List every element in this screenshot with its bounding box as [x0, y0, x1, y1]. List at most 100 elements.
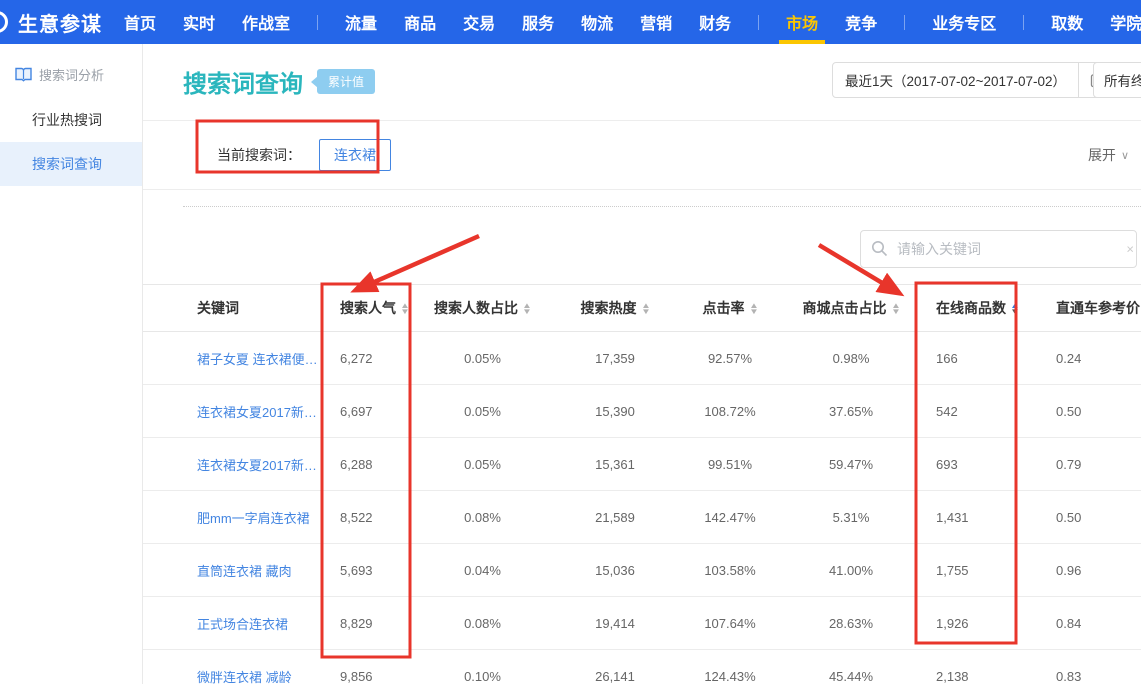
- top-navbar: 生意参谋 首页实时作战室 流量商品交易服务物流营销财务 市场竞争 业务专区 取数学院: [0, 0, 1141, 44]
- logo-circle-icon: [0, 11, 8, 33]
- current-keyword-bar: 当前搜索词： 连衣裙 展开 ∨: [143, 120, 1141, 190]
- column-header[interactable]: 搜索热度 ▲▼: [555, 285, 675, 332]
- brand-logo[interactable]: 生意参谋: [0, 8, 102, 37]
- date-range-button[interactable]: 最近1天（2017-07-02~2017-07-02）: [832, 62, 1079, 98]
- keyword-search: ×: [860, 230, 1137, 268]
- sidebar-item[interactable]: 搜索词查询: [0, 142, 142, 186]
- nav-item[interactable]: 商品: [404, 0, 436, 44]
- value-cell: 0.04%: [410, 544, 555, 597]
- nav-item[interactable]: 流量: [345, 0, 377, 44]
- sort-icon[interactable]: ▲▼: [401, 303, 409, 315]
- table-row: 连衣裙女夏2017新款...6,6970.05%15,390108.72%37.…: [143, 385, 1141, 438]
- column-label: 搜索热度: [581, 300, 637, 316]
- nav-item[interactable]: 服务: [522, 0, 554, 44]
- value-cell: 107.64%: [675, 597, 785, 650]
- sidebar-item[interactable]: 行业热搜词: [0, 98, 142, 142]
- search-icon: [871, 240, 888, 262]
- value-cell: 28.63%: [785, 597, 917, 650]
- column-label: 商城点击占比: [803, 300, 887, 316]
- nav-item[interactable]: 市场: [786, 0, 818, 44]
- value-cell: 21,589: [555, 491, 675, 544]
- value-cell: 0.96: [1016, 544, 1141, 597]
- nav-item[interactable]: 取数: [1051, 0, 1083, 44]
- value-cell: 0.84: [1016, 597, 1141, 650]
- keyword-cell[interactable]: 裙子女夏 连衣裙便宜5...: [143, 332, 322, 385]
- keyword-cell[interactable]: 正式场合连衣裙: [143, 597, 322, 650]
- brand-name: 生意参谋: [18, 8, 102, 37]
- sort-icon[interactable]: ▲▼: [750, 303, 758, 315]
- value-cell: 15,390: [555, 385, 675, 438]
- value-cell: 6,697: [322, 385, 410, 438]
- column-header[interactable]: 直通车参考价▲▼: [1016, 285, 1141, 332]
- value-cell: 0.79: [1016, 438, 1141, 491]
- nav-item[interactable]: 实时: [183, 0, 215, 44]
- nav-item[interactable]: 业务专区: [932, 0, 996, 44]
- column-label: 直通车参考价: [1056, 300, 1140, 316]
- keyword-cell[interactable]: 连衣裙女夏2017新款...: [143, 438, 322, 491]
- keyword-cell[interactable]: 连衣裙女夏2017新款...: [143, 385, 322, 438]
- column-label: 搜索人气: [340, 300, 396, 316]
- nav-item[interactable]: 物流: [581, 0, 613, 44]
- value-cell: 92.57%: [675, 332, 785, 385]
- value-cell: 26,141: [555, 650, 675, 684]
- navbar-menu: 首页实时作战室 流量商品交易服务物流营销财务 市场竞争 业务专区 取数学院: [124, 0, 1141, 44]
- expand-label: 展开: [1088, 145, 1116, 165]
- nav-item[interactable]: 竞争: [845, 0, 877, 44]
- keyword-cell[interactable]: 肥mm一字肩连衣裙: [143, 491, 322, 544]
- value-cell: 0.83: [1016, 650, 1141, 684]
- keyword-tag[interactable]: 连衣裙: [319, 139, 391, 171]
- clear-icon[interactable]: ×: [1126, 242, 1134, 257]
- value-cell: 8,829: [322, 597, 410, 650]
- nav-item[interactable]: 作战室: [242, 0, 290, 44]
- search-input[interactable]: [860, 230, 1137, 268]
- sort-icon[interactable]: ▲▼: [892, 303, 900, 315]
- nav-item[interactable]: 学院: [1110, 0, 1141, 44]
- value-cell: 0.05%: [410, 438, 555, 491]
- keyword-cell[interactable]: 微胖连衣裙 减龄: [143, 650, 322, 684]
- value-cell: 0.05%: [410, 332, 555, 385]
- nav-item[interactable]: 营销: [640, 0, 672, 44]
- keyword-cell[interactable]: 直筒连衣裙 藏肉: [143, 544, 322, 597]
- nav-item[interactable]: 交易: [463, 0, 495, 44]
- search-terms-table: 关键词搜索人气▲▼搜索人数占比▲▼搜索热度▲▼点击率▲▼商城点击占比▲▼在线商品…: [143, 284, 1141, 684]
- sidebar-menu: 行业热搜词搜索词查询: [0, 98, 142, 186]
- value-cell: 5,693: [322, 544, 410, 597]
- value-cell: 8,522: [322, 491, 410, 544]
- sort-icon[interactable]: ▲▼: [523, 303, 531, 315]
- column-label: 点击率: [703, 300, 745, 316]
- chevron-down-icon: ∨: [1121, 149, 1129, 162]
- table-row: 连衣裙女夏2017新款...6,2880.05%15,36199.51%59.4…: [143, 438, 1141, 491]
- nav-divider: [1023, 15, 1024, 30]
- nav-item[interactable]: 首页: [124, 0, 156, 44]
- value-cell: 15,361: [555, 438, 675, 491]
- sort-icon[interactable]: ▲▼: [642, 303, 650, 315]
- column-header[interactable]: 搜索人气 ▲▼: [322, 285, 410, 332]
- nav-item[interactable]: 财务: [699, 0, 731, 44]
- value-cell: 1,755: [917, 544, 1016, 597]
- value-cell: 1,431: [917, 491, 1016, 544]
- table-body: 裙子女夏 连衣裙便宜5...6,2720.05%17,35992.57%0.98…: [143, 332, 1141, 684]
- column-header[interactable]: 搜索人数占比▲▼: [410, 285, 555, 332]
- value-cell: 0.05%: [410, 385, 555, 438]
- nav-divider: [317, 15, 318, 30]
- value-cell: 0.50: [1016, 491, 1141, 544]
- column-header[interactable]: 在线商品数▲▼: [917, 285, 1016, 332]
- sidebar-section-header: 搜索词分析: [15, 65, 142, 84]
- value-cell: 0.98%: [785, 332, 917, 385]
- value-cell: 108.72%: [675, 385, 785, 438]
- column-header[interactable]: 商城点击占比 ▲▼: [785, 285, 917, 332]
- value-cell: 693: [917, 438, 1016, 491]
- expand-toggle[interactable]: 展开 ∨: [1088, 145, 1129, 165]
- page-head: 搜索词查询 累计值 最近1天（2017-07-02~2017-07-02） 15…: [143, 44, 1141, 120]
- table-row: 直筒连衣裙 藏肉5,6930.04%15,036103.58%41.00%1,7…: [143, 544, 1141, 597]
- current-keyword-label: 当前搜索词：: [217, 145, 301, 165]
- nav-divider: [904, 15, 905, 30]
- value-cell: 9,856: [322, 650, 410, 684]
- value-cell: 17,359: [555, 332, 675, 385]
- sidebar-section-label: 搜索词分析: [39, 65, 104, 84]
- column-header[interactable]: 点击率 ▲▼: [675, 285, 785, 332]
- sort-icon[interactable]: ▲▼: [1011, 303, 1019, 315]
- column-header: 关键词: [143, 285, 322, 332]
- terminal-filter-dropdown[interactable]: 所有终端: [1093, 62, 1141, 98]
- table-row: 微胖连衣裙 减龄9,8560.10%26,141124.43%45.44%2,1…: [143, 650, 1141, 684]
